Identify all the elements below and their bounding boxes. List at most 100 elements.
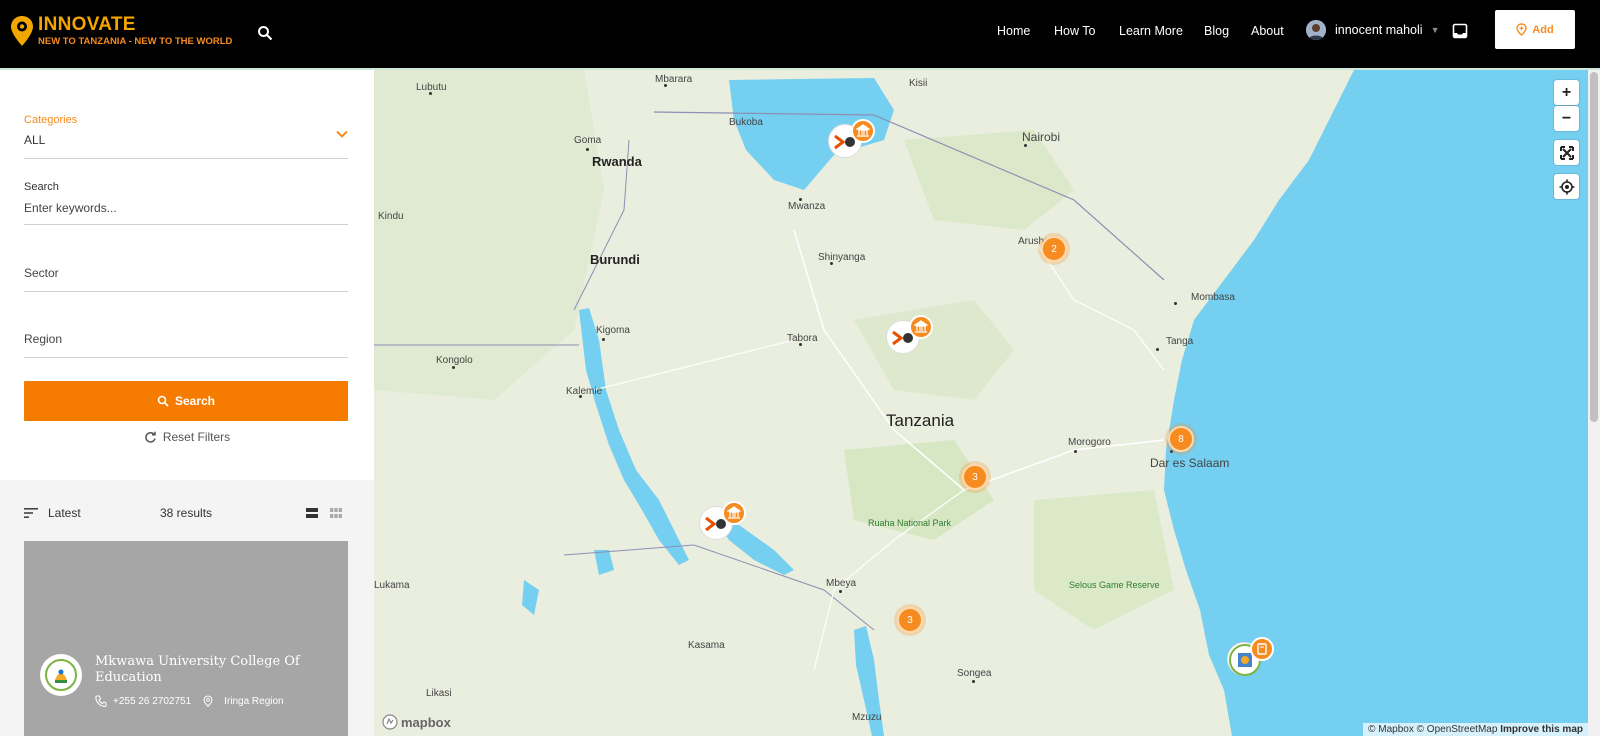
city-dot	[839, 590, 842, 593]
map-base-layer	[374, 70, 1588, 736]
university-seal-icon	[45, 659, 77, 691]
nav-learn-more[interactable]: Learn More	[1119, 24, 1183, 38]
map-attribution: © Mapbox © OpenStreetMap Improve this ma…	[1363, 723, 1588, 736]
fullscreen-button[interactable]	[1554, 140, 1579, 165]
attribution-mapbox[interactable]: © Mapbox	[1368, 724, 1414, 735]
nav-how-to[interactable]: How To	[1054, 24, 1095, 38]
list-view-icon[interactable]	[306, 508, 318, 518]
map-cluster-marker[interactable]: 8	[1168, 426, 1194, 452]
map-view[interactable]: Rwanda Burundi Tanzania Mbarara Lubutu K…	[374, 70, 1588, 736]
city-dot	[799, 198, 802, 201]
map-institution-marker[interactable]	[886, 315, 933, 354]
map-label-city: Kongolo	[436, 355, 473, 366]
map-label-park: Selous Game Reserve	[1069, 580, 1160, 590]
city-dot	[429, 92, 432, 95]
brand-title: INNOVATE	[38, 14, 136, 35]
map-label-city: Mzuzu	[852, 712, 882, 723]
sector-label: Sector	[24, 266, 59, 280]
crosshair-icon	[1559, 179, 1574, 194]
nav-home[interactable]: Home	[997, 24, 1030, 38]
map-label-park: Ruaha National Park	[868, 518, 952, 528]
sector-select[interactable]: Sector	[24, 266, 348, 292]
search-field[interactable]: Search Enter keywords...	[24, 181, 348, 225]
city-dot	[579, 395, 582, 398]
listing-card[interactable]: Mkwawa University College Of Education +…	[24, 541, 348, 736]
map-label-city: Tanga	[1166, 336, 1194, 347]
categories-value: ALL	[24, 133, 46, 147]
nav-about[interactable]: About	[1251, 24, 1284, 38]
map-label-city: Dar es Salaam	[1150, 456, 1230, 470]
grid-view-icon[interactable]	[330, 508, 342, 518]
chevron-down-icon	[336, 130, 348, 138]
sort-label: Latest	[48, 506, 81, 520]
filter-panel: Categories ALL Search Enter keywords... …	[0, 70, 374, 480]
listing-region: Iringa Region	[224, 695, 284, 707]
page-scrollbar[interactable]	[1588, 70, 1600, 736]
map-label-city: Bukoba	[729, 117, 763, 128]
city-dot	[1156, 348, 1159, 351]
city-dot	[1170, 450, 1173, 453]
zoom-out-button[interactable]: −	[1554, 106, 1579, 131]
refresh-icon	[145, 431, 156, 443]
map-label-city: Songea	[957, 668, 992, 679]
results-panel: Latest 38 results Mkwawa University Coll…	[0, 480, 374, 736]
fullscreen-icon	[1559, 145, 1574, 160]
listing-title[interactable]: Mkwawa University College Of Education	[95, 654, 335, 686]
map-label-city: Nairobi	[1022, 130, 1061, 144]
reset-filters-button[interactable]: Reset Filters	[0, 430, 374, 444]
map-label-city: Mwanza	[788, 201, 826, 212]
attribution-osm[interactable]: © OpenStreetMap	[1417, 724, 1498, 735]
map-label-city: Goma	[574, 135, 602, 146]
map-label-tanzania: Tanzania	[886, 411, 955, 430]
user-menu[interactable]: innocent maholi ▼	[1306, 20, 1439, 40]
sidebar: Categories ALL Search Enter keywords... …	[0, 70, 374, 736]
top-header: INNOVATE NEW TO TANZANIA - NEW TO THE WO…	[0, 0, 1600, 68]
city-dot	[799, 343, 802, 346]
brand-logo[interactable]: INNOVATE NEW TO TANZANIA - NEW TO THE WO…	[10, 15, 232, 48]
search-label: Search	[24, 181, 59, 193]
map-label-city: Kigoma	[596, 325, 630, 336]
zoom-in-button[interactable]: +	[1554, 80, 1579, 105]
map-cluster-marker[interactable]: 3	[962, 464, 988, 490]
map-label-city: Mbeya	[826, 578, 857, 589]
sort-icon	[24, 508, 38, 518]
improve-map-link[interactable]: Improve this map	[1500, 724, 1583, 735]
map-institution-marker[interactable]	[1227, 637, 1274, 676]
categories-label: Categories	[24, 114, 78, 126]
search-icon[interactable]	[257, 25, 273, 41]
scroll-thumb[interactable]	[1590, 72, 1598, 422]
geolocate-button[interactable]	[1554, 174, 1579, 199]
map-label-city: Lukama	[374, 580, 410, 591]
map-cluster-marker[interactable]: 3	[897, 607, 923, 633]
mapbox-logo[interactable]: mapbox	[382, 714, 451, 730]
brand-tagline: NEW TO TANZANIA - NEW TO THE WORLD	[38, 36, 233, 47]
institution-logo	[40, 654, 82, 696]
map-label-city: Mbarara	[655, 74, 693, 85]
inbox-icon[interactable]	[1452, 23, 1468, 39]
add-listing-button[interactable]: Add	[1495, 10, 1575, 49]
map-label-city: Tabora	[787, 333, 818, 344]
categories-select[interactable]: Categories ALL	[24, 114, 348, 159]
map-cluster-marker[interactable]: 2	[1041, 236, 1067, 262]
listing-phone: +255 26 2702751	[113, 695, 192, 707]
map-label-city: Mombasa	[1191, 292, 1235, 303]
bank-icon	[851, 119, 875, 143]
map-institution-marker[interactable]	[828, 119, 875, 158]
nav-blog[interactable]: Blog	[1204, 24, 1229, 38]
sort-dropdown[interactable]: Latest	[24, 506, 81, 520]
user-avatar-icon	[1306, 20, 1326, 40]
search-button-label: Search	[174, 394, 216, 408]
city-dot	[452, 366, 455, 369]
city-dot	[972, 680, 975, 683]
map-label-city: Morogoro	[1068, 437, 1111, 448]
mapbox-logo-text: mapbox	[401, 714, 451, 730]
search-button[interactable]: Search	[24, 381, 348, 421]
region-select[interactable]: Region	[24, 332, 348, 358]
region-label: Region	[24, 332, 63, 346]
map-pin-icon	[1516, 23, 1527, 36]
city-dot	[830, 262, 833, 265]
map-institution-marker[interactable]	[699, 501, 746, 540]
city-dot	[1074, 450, 1077, 453]
search-input[interactable]: Enter keywords...	[24, 201, 348, 215]
city-dot	[1174, 302, 1177, 305]
